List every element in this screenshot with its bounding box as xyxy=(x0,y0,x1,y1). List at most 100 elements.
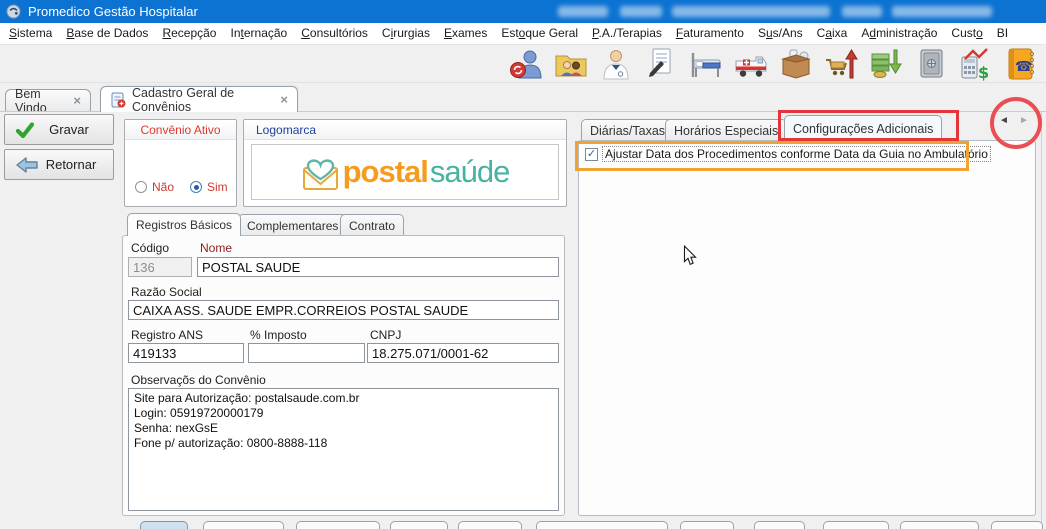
cnpj-label: CNPJ xyxy=(370,328,401,342)
redacted-text xyxy=(558,6,608,17)
tab-horarios-especiais[interactable]: Horários Especiais xyxy=(665,119,787,141)
mouse-cursor xyxy=(683,245,697,269)
codigo-input[interactable] xyxy=(128,257,192,277)
bottom-tab[interactable] xyxy=(991,521,1043,529)
svg-text:☎: ☎ xyxy=(1015,59,1032,75)
bottom-tab[interactable] xyxy=(754,521,805,529)
nome-label: Nome xyxy=(200,241,232,255)
menu-item-interna-o[interactable]: Internação xyxy=(223,23,294,44)
tab-diarias-taxas[interactable]: Diárias/Taxas xyxy=(581,119,674,141)
tab-scroll-left-icon[interactable]: ◄ xyxy=(999,115,1009,126)
tab-complementares[interactable]: Complementares xyxy=(238,214,347,236)
phonebook-icon[interactable]: ☎ xyxy=(1004,47,1038,81)
cnpj-input[interactable] xyxy=(367,343,559,363)
bottom-tab[interactable] xyxy=(203,521,284,529)
menu-item-estoque-geral[interactable]: Estoque Geral xyxy=(494,23,585,44)
close-icon[interactable]: × xyxy=(73,94,81,107)
convenio-ativo-group: Convênio Ativo Não Sim xyxy=(124,119,237,207)
bottom-tab[interactable] xyxy=(680,521,734,529)
menu-item-base-de-dados[interactable]: Base de Dados xyxy=(59,23,155,44)
return-button[interactable]: Retornar xyxy=(4,149,114,180)
brand-saude: saúde xyxy=(430,154,509,190)
return-button-label: Retornar xyxy=(39,157,103,172)
ajustar-data-checkbox-label: Ajustar Data dos Procedimentos conforme … xyxy=(603,147,990,161)
radio-nao[interactable]: Não xyxy=(135,180,174,194)
imposto-label: % Imposto xyxy=(250,328,307,342)
bottom-tab[interactable] xyxy=(140,521,188,529)
redacted-text xyxy=(620,6,662,17)
toolbar: $ ☎ xyxy=(0,45,1046,83)
checkbox-icon[interactable]: ✓ xyxy=(585,148,598,161)
safe-icon[interactable] xyxy=(914,47,948,81)
check-icon xyxy=(15,121,35,139)
payment-exit-icon[interactable] xyxy=(869,47,903,81)
tab-cadastro-geral-convenios[interactable]: Cadastro Geral de Convênios × xyxy=(100,86,298,112)
menu-item-custo[interactable]: Custo xyxy=(944,23,989,44)
bottom-tab[interactable] xyxy=(390,521,448,529)
menu-item-consult-rios[interactable]: Consultórios xyxy=(294,23,375,44)
patient-sync-icon[interactable] xyxy=(509,47,543,81)
menu-item-faturamento[interactable]: Faturamento xyxy=(669,23,751,44)
save-button[interactable]: Gravar xyxy=(4,114,114,145)
menu-item-administra-o[interactable]: Administração xyxy=(854,23,944,44)
hospital-bed-icon[interactable] xyxy=(689,47,723,81)
ambulance-icon[interactable] xyxy=(734,47,768,81)
registro-ans-label: Registro ANS xyxy=(131,328,203,342)
radio-dot xyxy=(190,181,202,193)
close-icon[interactable]: × xyxy=(280,93,288,106)
bottom-tab[interactable] xyxy=(536,521,668,529)
menu-bar: SistemaBase de DadosRecepçãoInternaçãoCo… xyxy=(0,23,1046,45)
menu-item-p-a-terapias[interactable]: P.A./Terapias xyxy=(585,23,669,44)
logomarca-group: Logomarca postal saúde xyxy=(243,119,567,207)
bottom-tab[interactable] xyxy=(900,521,979,529)
tab-scroll-right-icon[interactable]: ► xyxy=(1019,115,1029,126)
form-badge-icon xyxy=(110,92,126,108)
doctor-icon[interactable] xyxy=(599,47,633,81)
bottom-tab[interactable] xyxy=(823,521,889,529)
patients-folder-icon[interactable] xyxy=(554,47,588,81)
app-icon xyxy=(6,4,21,19)
radio-sim[interactable]: Sim xyxy=(190,180,228,194)
logo-frame: postal saúde xyxy=(251,144,559,200)
nome-input[interactable] xyxy=(197,257,559,277)
bottom-tab[interactable] xyxy=(458,521,522,529)
redacted-text xyxy=(842,6,882,17)
brand-postal: postal xyxy=(343,154,428,190)
registro-ans-input[interactable] xyxy=(128,343,244,363)
razao-social-input[interactable] xyxy=(128,300,559,320)
radio-dot xyxy=(135,181,147,193)
imposto-input[interactable] xyxy=(248,343,365,363)
codigo-label: Código xyxy=(131,241,169,255)
tab-bem-vindo[interactable]: Bem Vindo × xyxy=(5,89,91,111)
menu-item-sus-ans[interactable]: Sus/Ans xyxy=(751,23,810,44)
configuracoes-adicionais-page xyxy=(578,140,1036,516)
redacted-text xyxy=(892,6,992,17)
billing-icon[interactable]: $ xyxy=(959,47,993,81)
app-window: { "window": { "title": "Promedico Gestão… xyxy=(0,0,1046,529)
stock-entry-icon[interactable] xyxy=(824,47,858,81)
observacoes-textarea[interactable]: Site para Autorização: postalsaude.com.b… xyxy=(128,388,559,511)
tab-label: Cadastro Geral de Convênios xyxy=(132,86,274,114)
ajustar-data-checkbox-row[interactable]: ✓ Ajustar Data dos Procedimentos conform… xyxy=(585,147,990,161)
observacoes-label: Observaçõs do Convênio xyxy=(131,373,266,387)
window-edge-line xyxy=(1041,112,1042,529)
tab-registros-basicos[interactable]: Registros Básicos xyxy=(127,213,241,236)
svg-text:$: $ xyxy=(978,63,989,81)
left-arrow-icon xyxy=(15,157,39,173)
menu-item-bi[interactable]: BI xyxy=(990,23,1015,44)
title-bar: Promedico Gestão Hospitalar xyxy=(0,0,1046,23)
check-glyph: ✓ xyxy=(587,149,596,160)
menu-item-exames[interactable]: Exames xyxy=(437,23,494,44)
redacted-text xyxy=(672,6,830,17)
convenio-ativo-title: Convênio Ativo xyxy=(125,120,236,140)
tab-configuracoes-adicionais[interactable]: Configurações Adicionais xyxy=(784,115,942,141)
menu-item-caixa[interactable]: Caixa xyxy=(810,23,855,44)
postal-saude-logo-icon xyxy=(301,156,341,192)
menu-item-cirurgias[interactable]: Cirurgias xyxy=(375,23,437,44)
stock-box-icon[interactable] xyxy=(779,47,813,81)
contract-icon[interactable] xyxy=(644,47,678,81)
bottom-tab[interactable] xyxy=(296,521,380,529)
menu-item-sistema[interactable]: Sistema xyxy=(2,23,59,44)
menu-item-recep-o[interactable]: Recepção xyxy=(155,23,223,44)
tab-contrato[interactable]: Contrato xyxy=(340,214,404,236)
